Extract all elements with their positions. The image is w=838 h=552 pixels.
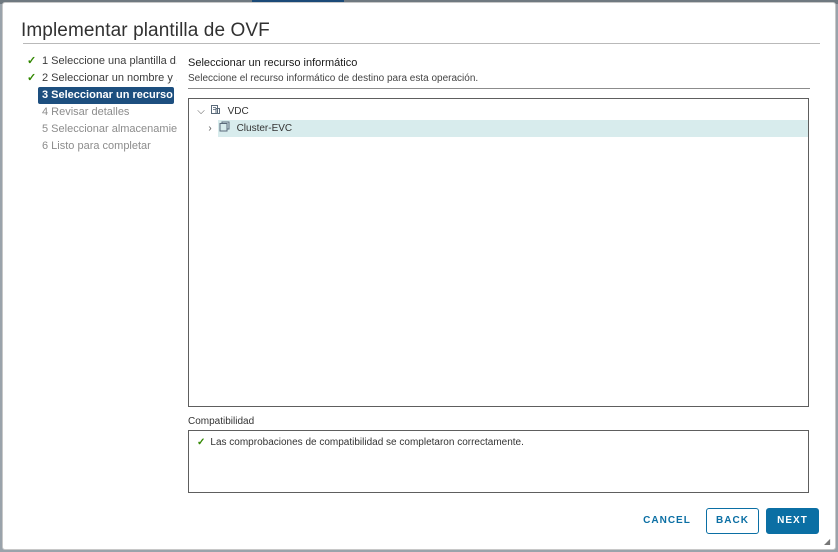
chevron-right-icon[interactable]: › <box>204 120 216 137</box>
step-content: Seleccionar un recurso informático Selec… <box>188 55 810 493</box>
wizard-step-5: 5 Seleccionar almacenamie... <box>23 121 177 138</box>
wizard-steps: ✓ 1 Seleccione una plantilla d... ✓ 2 Se… <box>23 53 177 155</box>
compatibility-panel: ✓ Las comprobaciones de compatibilidad se… <box>188 430 809 493</box>
compatibility-label: Compatibilidad <box>188 416 255 427</box>
section-title: Seleccionar un recurso informático <box>188 57 358 69</box>
tree-node-label: Cluster-EVC <box>236 123 293 134</box>
compute-resource-tree: ⌵ VDC › Cluster-EVC <box>188 98 809 407</box>
wizard-step-4: 4 Revisar detalles <box>23 104 177 121</box>
cluster-icon <box>219 121 230 132</box>
tree-node-label: VDC <box>227 106 249 117</box>
section-subtitle: Seleccione el recurso informático de des… <box>188 73 479 84</box>
wizard-step-label: 2 Seleccionar un nombre y ... <box>42 72 177 84</box>
title-divider <box>23 43 820 44</box>
back-button[interactable]: BACK <box>706 508 759 534</box>
check-icon: ✓ <box>197 437 206 448</box>
tree-node-cluster-evc[interactable]: › Cluster-EVC <box>208 120 808 137</box>
content-divider <box>188 88 810 89</box>
wizard-step-2[interactable]: ✓ 2 Seleccionar un nombre y ... <box>23 70 177 87</box>
wizard-step-3[interactable]: 3 Seleccionar un recurso in... <box>38 87 174 104</box>
ovf-deploy-dialog: Implementar plantilla de OVF ✓ 1 Selecci… <box>2 2 836 550</box>
wizard-step-label: 1 Seleccione una plantilla d... <box>42 55 177 67</box>
wizard-step-label: 3 Seleccionar un recurso in... <box>42 89 174 101</box>
chevron-down-icon[interactable]: ⌵ <box>195 103 207 120</box>
tree-node-vdc[interactable]: ⌵ VDC <box>195 103 249 120</box>
check-icon: ✓ <box>27 72 37 84</box>
check-icon: ✓ <box>27 55 37 67</box>
datacenter-icon <box>210 105 220 114</box>
wizard-step-label: 4 Revisar detalles <box>42 106 130 118</box>
wizard-step-6: 6 Listo para completar <box>23 138 177 155</box>
wizard-step-label: 5 Seleccionar almacenamie... <box>42 123 177 135</box>
compatibility-message: Las comprobaciones de compatibilidad se … <box>210 437 524 448</box>
wizard-step-label: 6 Listo para completar <box>42 140 151 152</box>
resize-handle-icon[interactable]: ◢ <box>824 538 832 546</box>
dialog-title: Implementar plantilla de OVF <box>21 20 270 41</box>
next-button[interactable]: NEXT <box>766 508 819 534</box>
wizard-step-1[interactable]: ✓ 1 Seleccione una plantilla d... <box>23 53 177 70</box>
cancel-button[interactable]: CANCEL <box>639 508 695 534</box>
